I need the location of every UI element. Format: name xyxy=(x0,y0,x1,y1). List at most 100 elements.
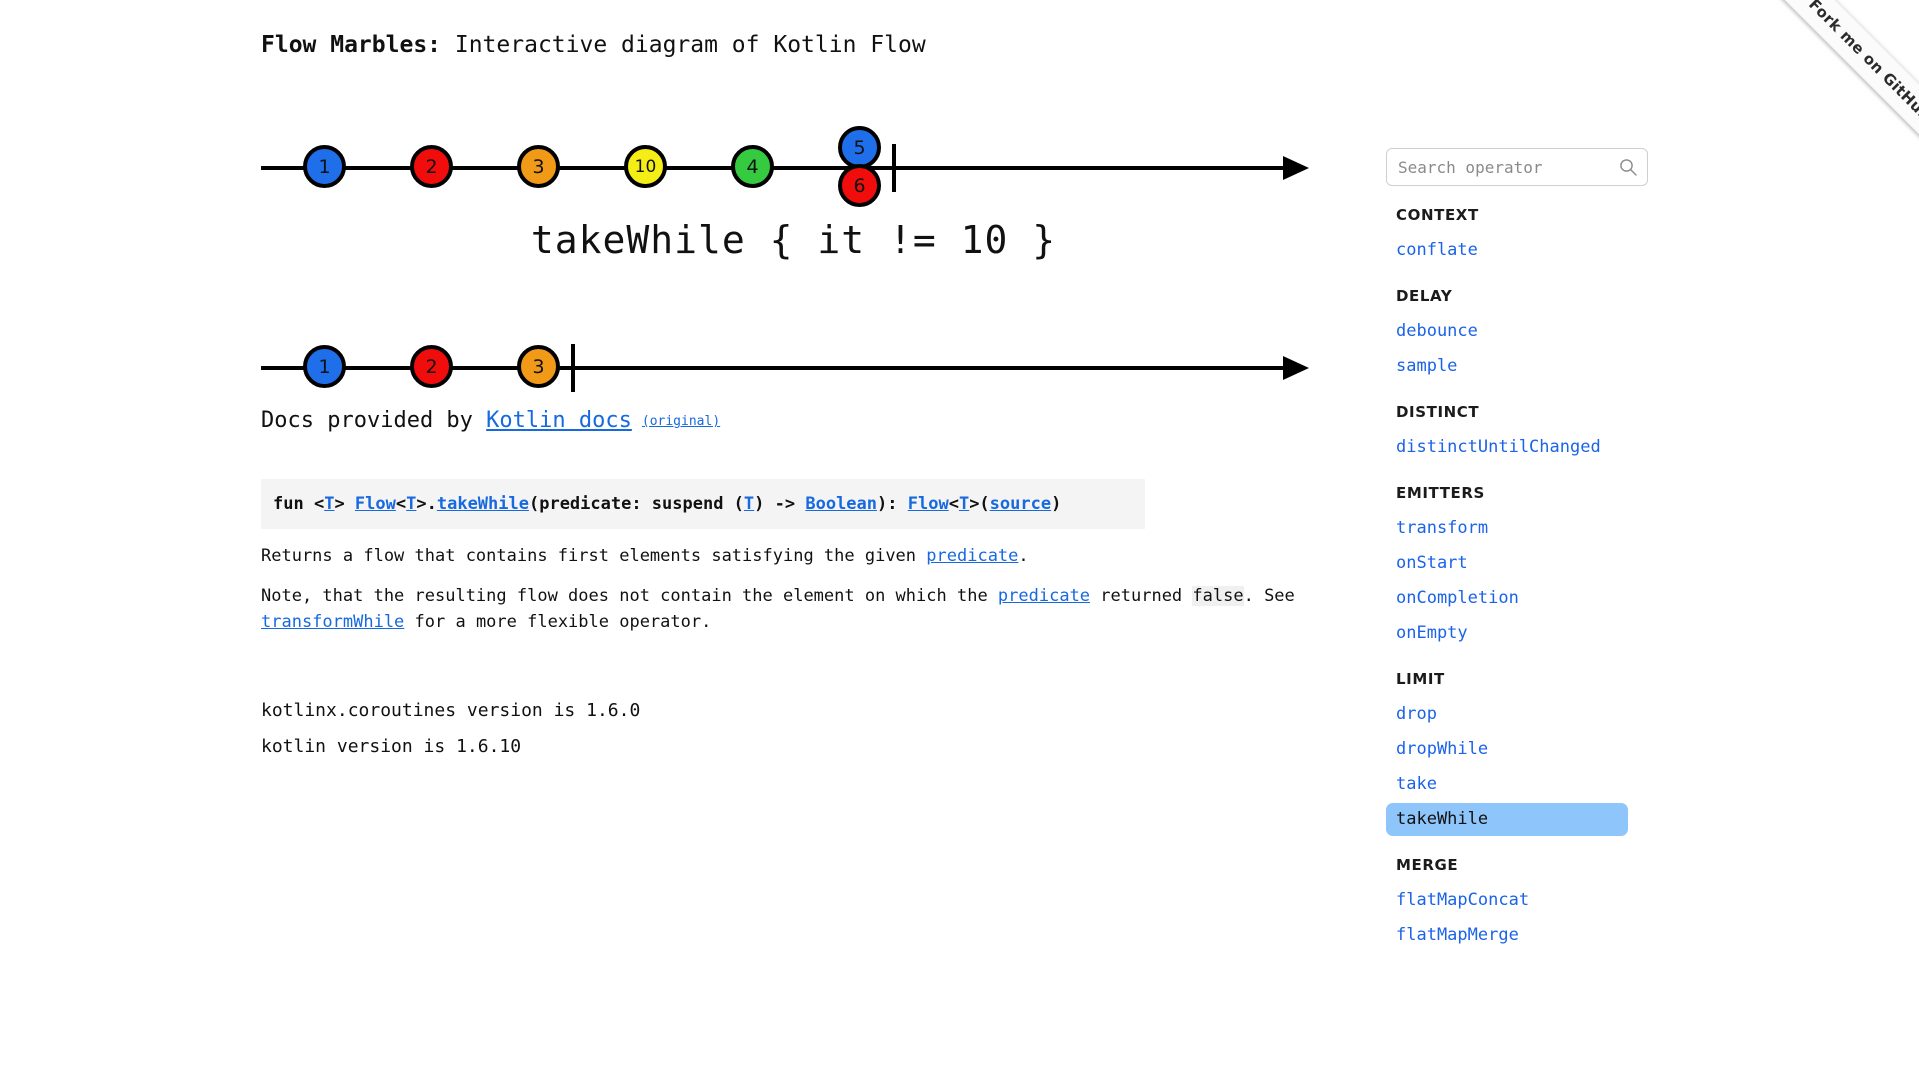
input-marble-3[interactable]: 3 xyxy=(517,145,560,188)
sig-t3: < xyxy=(395,494,407,514)
doc-paragraph-1: Returns a flow that contains first eleme… xyxy=(261,543,1296,569)
sig-t9: >( xyxy=(969,494,990,514)
input-axis-arrow-icon xyxy=(1283,156,1309,180)
category-header-limit: LIMIT xyxy=(1396,670,1445,688)
category-header-delay: DELAY xyxy=(1396,287,1453,305)
operator-category-limit: LIMIT drop dropWhile take takeWhile xyxy=(1386,670,1676,836)
operator-link-takeWhile[interactable]: takeWhile xyxy=(1386,803,1628,836)
operator-link-take[interactable]: take xyxy=(1386,768,1628,801)
sig-type-T-3[interactable]: T xyxy=(744,494,754,514)
operator-link-debounce[interactable]: debounce xyxy=(1386,315,1628,348)
category-header-merge: MERGE xyxy=(1396,856,1459,874)
output-timeline: 1 2 3 xyxy=(261,308,1326,428)
output-marble-3[interactable]: 3 xyxy=(517,345,560,388)
marble-value: 4 xyxy=(746,155,759,178)
page-title-strong: Flow Marbles: xyxy=(261,32,442,58)
para2-pre: Note, that the resulting flow does not c… xyxy=(261,586,998,606)
para1-post: . xyxy=(1018,546,1029,566)
category-header-emitters: EMITTERS xyxy=(1396,484,1485,502)
input-marble-5[interactable]: 5 xyxy=(838,126,881,169)
operator-link-drop[interactable]: drop xyxy=(1386,698,1628,731)
operator-category-emitters: EMITTERS transform onStart onCompletion onEm… xyxy=(1386,484,1676,650)
marble-value: 6 xyxy=(853,174,866,197)
operator-link-onStart[interactable]: onStart xyxy=(1386,547,1628,580)
operator-link-distinctUntilChanged[interactable]: distinctUntilChanged xyxy=(1386,431,1628,464)
para1-predicate-link[interactable]: predicate xyxy=(926,546,1018,566)
sig-t1: fun < xyxy=(273,494,325,514)
marble-value: 1 xyxy=(318,355,331,378)
input-marble-1[interactable]: 1 xyxy=(303,145,346,188)
para1-pre: Returns a flow that contains first eleme… xyxy=(261,546,927,566)
operator-category-delay: DELAY debounce sample xyxy=(1386,287,1676,383)
page-root: Fork me on GitHub Flow Marbles: Interact… xyxy=(0,0,1919,1080)
operator-link-sample[interactable]: sample xyxy=(1386,350,1628,383)
output-axis-arrow-icon xyxy=(1283,356,1309,380)
operator-link-dropWhile[interactable]: dropWhile xyxy=(1386,733,1628,766)
category-header-distinct: DISTINCT xyxy=(1396,403,1480,421)
para2-mid: returned xyxy=(1090,586,1193,606)
sig-type-T-2[interactable]: T xyxy=(406,494,416,514)
function-signature-box: fun <T> Flow<T>.takeWhile(predicate: sus… xyxy=(261,479,1145,529)
ribbon-band: Fork me on GitHub xyxy=(1754,0,1919,176)
operator-link-onCompletion[interactable]: onCompletion xyxy=(1386,582,1628,615)
sig-t7: ): xyxy=(877,494,908,514)
output-marble-2[interactable]: 2 xyxy=(410,345,453,388)
input-timeline: 1 2 3 10 4 5 6 xyxy=(261,108,1326,228)
output-completion-bar xyxy=(571,344,575,392)
output-marble-1[interactable]: 1 xyxy=(303,345,346,388)
input-marble-10[interactable]: 10 xyxy=(624,145,667,188)
operator-category-distinct: DISTINCT distinctUntilChanged xyxy=(1386,403,1676,464)
input-marble-6[interactable]: 6 xyxy=(838,164,881,207)
marble-diagram: 1 2 3 10 4 5 6 takeWhile { it != 10 } 1 2 3 xyxy=(261,96,1371,396)
para2-mid2: . See xyxy=(1243,586,1295,606)
sig-type-T-4[interactable]: T xyxy=(959,494,969,514)
para2-false-code: false xyxy=(1192,586,1244,606)
marble-value: 1 xyxy=(318,155,331,178)
page-title: Flow Marbles: Interactive diagram of Kot… xyxy=(261,30,1371,60)
doc-paragraph-2: Note, that the resulting flow does not c… xyxy=(261,583,1296,635)
kotlin-version: kotlin version is 1.6.10 xyxy=(261,736,522,757)
search-box xyxy=(1386,148,1648,186)
operator-link-transform[interactable]: transform xyxy=(1386,512,1628,545)
sig-t8: < xyxy=(948,494,959,514)
main-column: Flow Marbles: Interactive diagram of Kot… xyxy=(261,0,1371,765)
operator-sidebar: CONTEXT conflate DELAY debouncesample DISTIN… xyxy=(1386,0,1676,1080)
operator-link-conflate[interactable]: conflate xyxy=(1386,234,1628,267)
sig-t10: ) xyxy=(1051,494,1062,514)
operator-category-context: CONTEXT conflate xyxy=(1386,206,1676,267)
page-title-rest: Interactive diagram of Kotlin Flow xyxy=(441,32,926,58)
versions-block: kotlinx.coroutines version is 1.6.0 kotl… xyxy=(261,693,1371,765)
marble-value: 5 xyxy=(853,136,866,159)
marble-value: 2 xyxy=(425,155,438,178)
marble-value: 10 xyxy=(634,156,657,177)
operator-list: CONTEXT conflate DELAY debounce sample DISTIN… xyxy=(1386,206,1676,952)
sig-fn-takewhile[interactable]: takeWhile xyxy=(437,494,529,514)
docs-section: Docs provided by Kotlin docs (original) f… xyxy=(261,406,1371,765)
coroutines-version: kotlinx.coroutines version is 1.6.0 xyxy=(261,700,641,721)
marble-value: 2 xyxy=(425,355,438,378)
marble-value: 3 xyxy=(532,355,545,378)
marble-value: 3 xyxy=(532,155,545,178)
sig-type-Flow-1[interactable]: Flow xyxy=(355,494,396,514)
sig-t6: ) -> xyxy=(754,494,806,514)
input-completion-bar xyxy=(892,144,896,192)
para2-transformwhile-link[interactable]: transformWhile xyxy=(261,612,404,632)
sig-type-T-1[interactable]: T xyxy=(324,494,334,514)
para2-post: for a more flexible operator. xyxy=(404,612,712,632)
sig-t2: > xyxy=(334,494,355,514)
fork-me-on-github-ribbon[interactable]: Fork me on GitHub xyxy=(1719,0,1919,200)
sig-t4: >. xyxy=(416,494,437,514)
ribbon-label: Fork me on GitHub xyxy=(1805,0,1919,125)
sig-type-Flow-2[interactable]: Flow xyxy=(908,494,949,514)
sig-source-link[interactable]: source xyxy=(990,494,1051,514)
operator-link-onEmpty[interactable]: onEmpty xyxy=(1386,617,1628,650)
category-header-context: CONTEXT xyxy=(1396,206,1479,224)
input-marble-4[interactable]: 4 xyxy=(731,145,774,188)
input-marble-2[interactable]: 2 xyxy=(410,145,453,188)
search-input[interactable] xyxy=(1386,148,1648,186)
operator-link-flatMapMerge[interactable]: flatMapMerge xyxy=(1386,919,1628,952)
para2-predicate-link[interactable]: predicate xyxy=(998,586,1090,606)
sig-type-boolean[interactable]: Boolean xyxy=(805,494,877,514)
operator-category-merge: MERGE flatMapConcat flatMapMerge xyxy=(1386,856,1676,952)
operator-link-flatMapConcat[interactable]: flatMapConcat xyxy=(1386,884,1628,917)
